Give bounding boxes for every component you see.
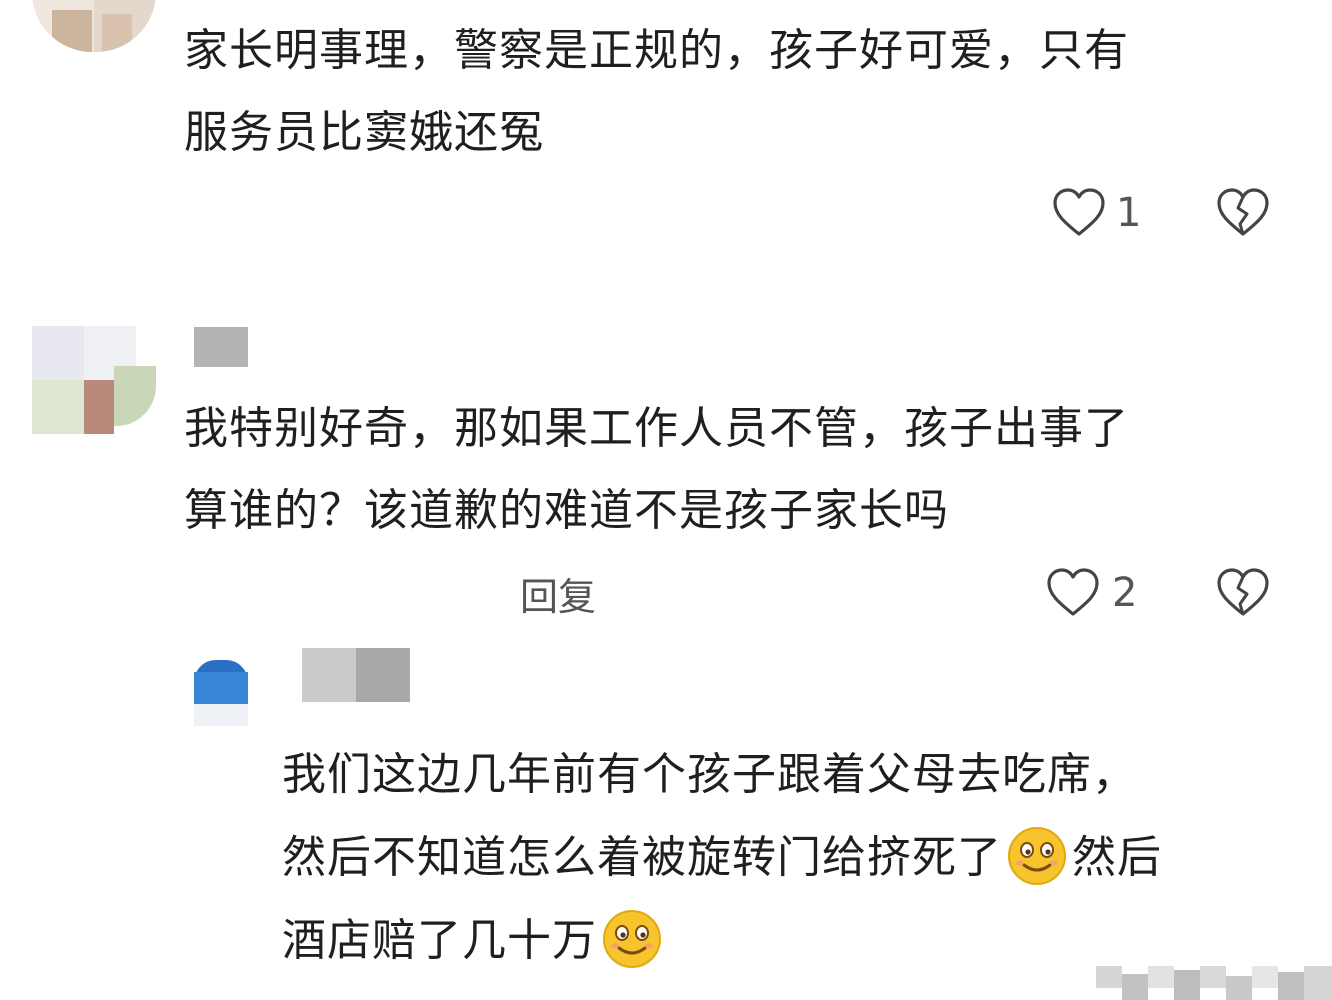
avatar[interactable] [32, 326, 156, 434]
broken-heart-icon[interactable] [1216, 188, 1270, 238]
reply-text-segment: 然后 [1072, 832, 1162, 883]
username-censored[interactable] [302, 648, 356, 702]
watermark-censored [1064, 962, 1332, 1000]
comment-text-line: 服务员比窦娥还冤 [184, 107, 544, 158]
broken-heart-icon[interactable] [1216, 568, 1270, 618]
like-count: 1 [1116, 190, 1142, 236]
reply-text-line: 我们这边几年前有个孩子跟着父母去吃席， [282, 749, 1137, 800]
smiling-face-icon [1008, 827, 1066, 885]
reply-text-segment: 酒店赔了几十万 [282, 915, 597, 966]
reply-text-line: 酒店赔了几十万 [282, 900, 667, 982]
like-heart-icon[interactable] [1052, 188, 1106, 238]
avatar[interactable] [194, 650, 248, 726]
reply-button[interactable]: 回复 [520, 566, 596, 621]
like-heart-icon[interactable] [1046, 568, 1100, 618]
comment-text-line: 算谁的？该道歉的难道不是孩子家长吗 [184, 485, 949, 536]
comment-text-line: 家长明事理，警察是正规的，孩子好可爱，只有 [184, 25, 1129, 76]
like-count: 2 [1112, 570, 1138, 616]
smiling-face-icon [603, 910, 661, 968]
avatar[interactable] [32, 0, 156, 52]
username-censored[interactable] [194, 327, 248, 367]
comment-text-line: 我特别好奇，那如果工作人员不管，孩子出事了 [184, 403, 1129, 454]
reply-text-segment: 然后不知道怎么着被旋转门给挤死了 [282, 832, 1002, 883]
reply-text-line: 然后不知道怎么着被旋转门给挤死了 然后 [282, 817, 1162, 899]
username-censored [356, 648, 410, 702]
